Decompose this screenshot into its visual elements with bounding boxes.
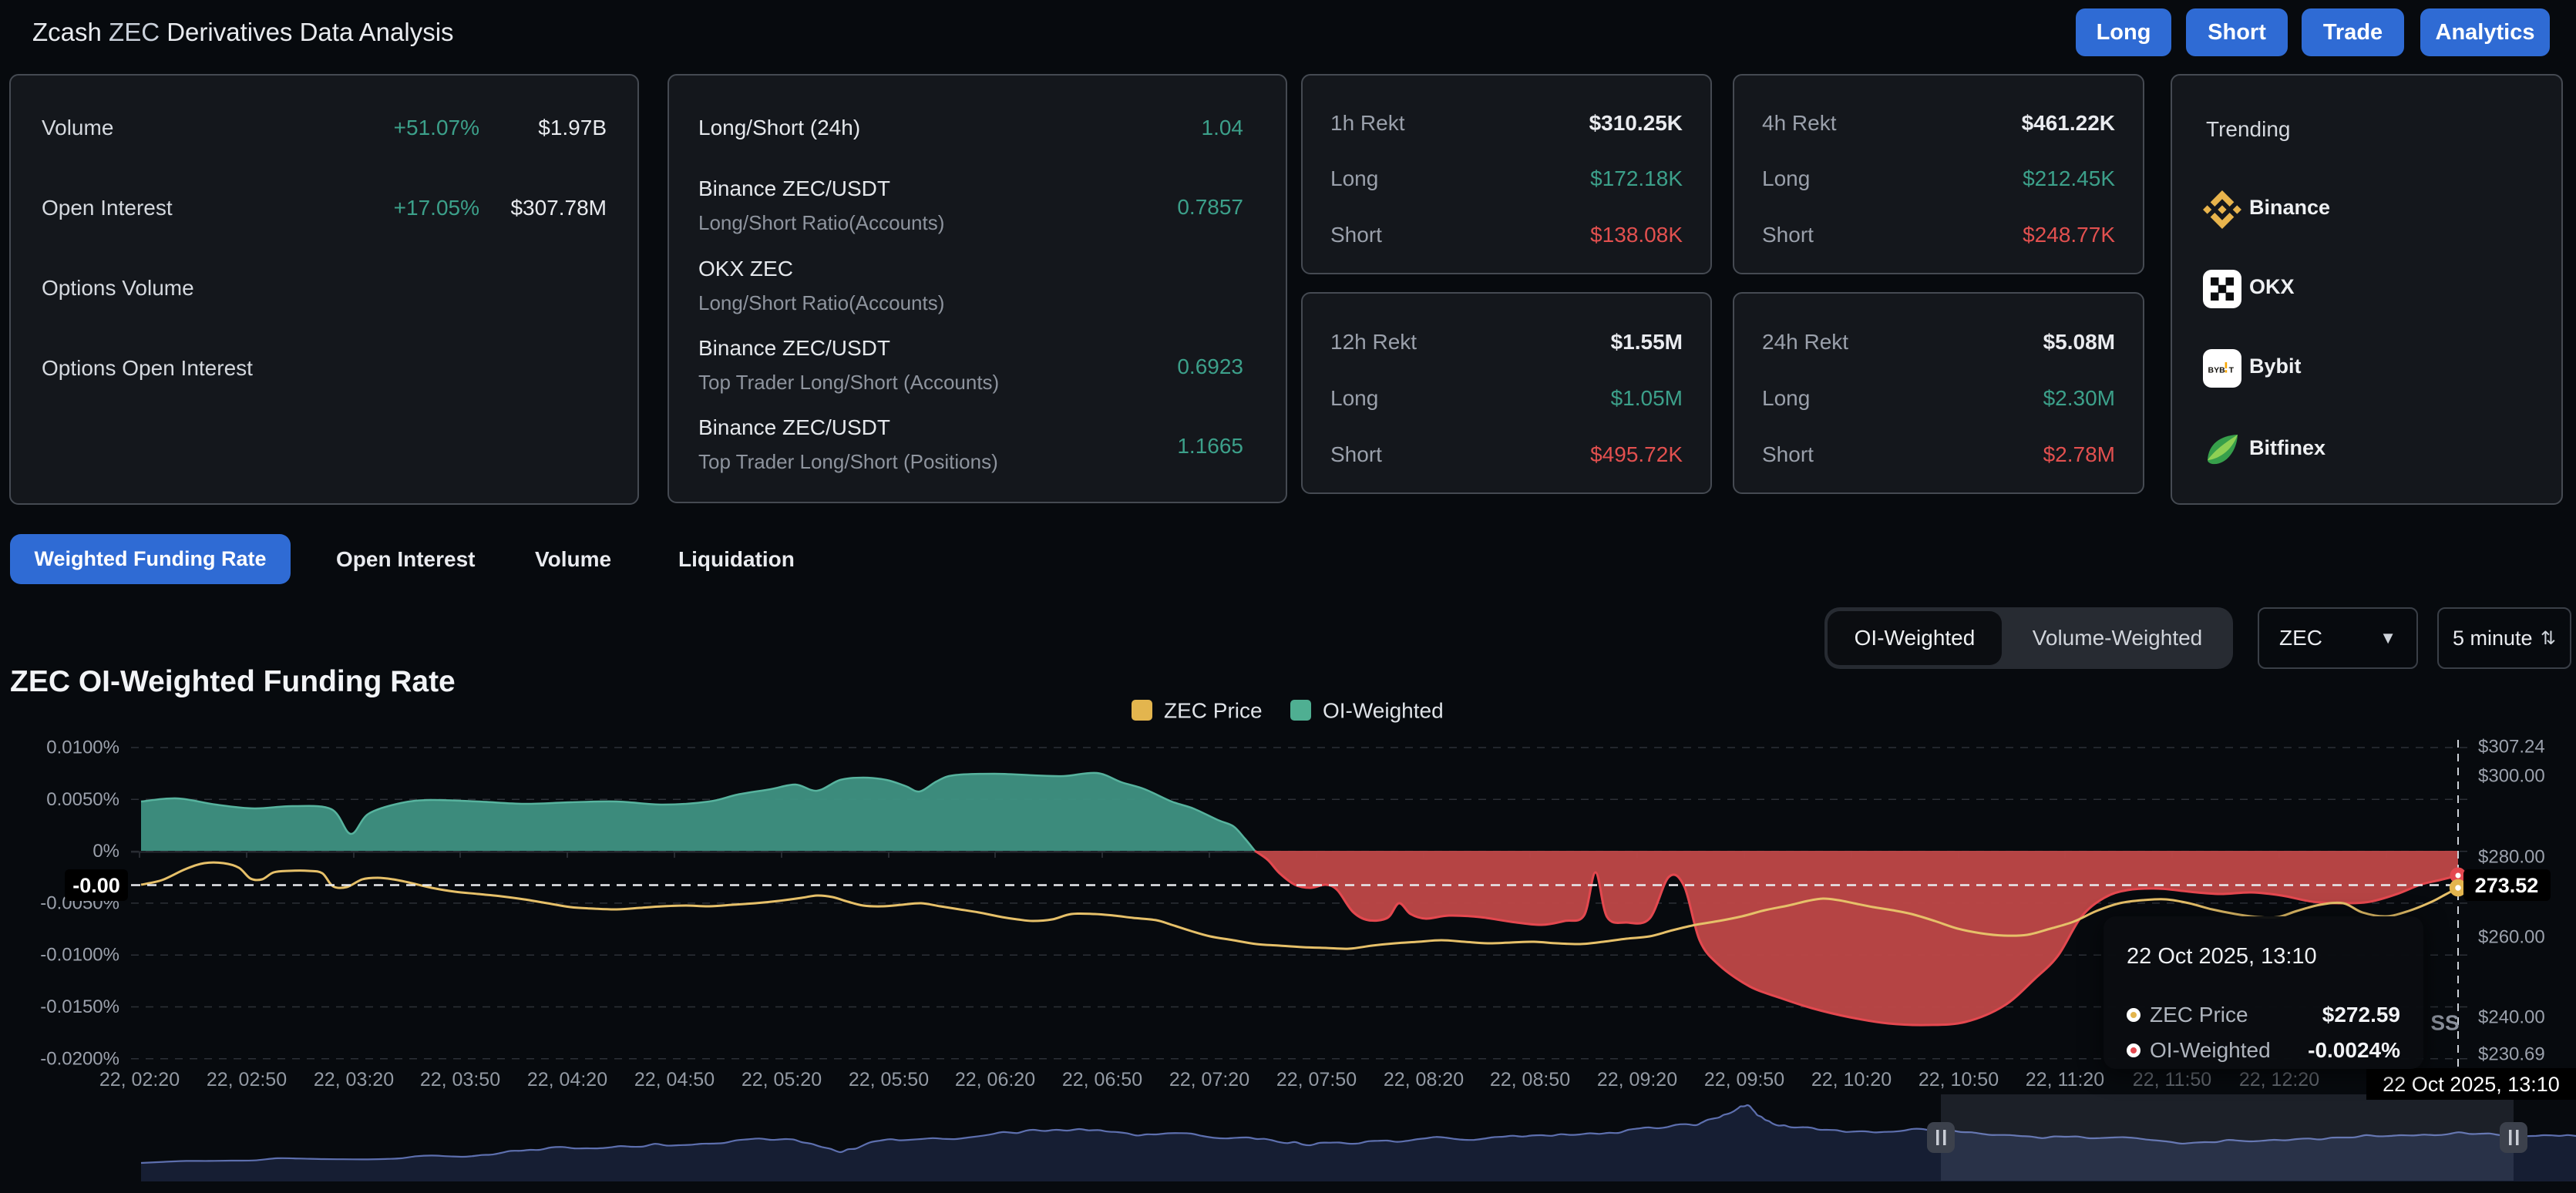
- svg-text:$300.00: $300.00: [2478, 766, 2545, 787]
- svg-text:ZEC Price: ZEC Price: [1164, 699, 1263, 723]
- svg-text:22 Oct 2025, 13:10: 22 Oct 2025, 13:10: [2383, 1073, 2560, 1096]
- svg-text:22, 04:20: 22, 04:20: [527, 1069, 607, 1091]
- svg-text:22, 02:20: 22, 02:20: [99, 1069, 180, 1091]
- svg-text:22, 12:20: 22, 12:20: [2239, 1069, 2319, 1091]
- svg-text:273.52: 273.52: [2475, 874, 2539, 897]
- svg-text:22, 09:50: 22, 09:50: [1704, 1069, 1784, 1091]
- svg-text:22, 03:50: 22, 03:50: [420, 1069, 500, 1091]
- svg-text:22, 06:20: 22, 06:20: [955, 1069, 1035, 1091]
- svg-text:-0.0150%: -0.0150%: [40, 996, 119, 1017]
- svg-text:22, 02:50: 22, 02:50: [207, 1069, 287, 1091]
- svg-text:-0.0200%: -0.0200%: [40, 1048, 119, 1069]
- svg-text:-0.0100%: -0.0100%: [40, 945, 119, 966]
- svg-text:22, 11:50: 22, 11:50: [2133, 1069, 2211, 1091]
- svg-text:0.0100%: 0.0100%: [46, 738, 119, 758]
- svg-text:22, 10:20: 22, 10:20: [1811, 1069, 1892, 1091]
- svg-text:22, 08:20: 22, 08:20: [1384, 1069, 1464, 1091]
- svg-text:22, 05:50: 22, 05:50: [849, 1069, 929, 1091]
- svg-text:$230.69: $230.69: [2478, 1044, 2545, 1065]
- svg-text:22, 10:50: 22, 10:50: [1919, 1069, 1999, 1091]
- svg-text:OI-Weighted: OI-Weighted: [1323, 699, 1444, 723]
- svg-text:0%: 0%: [92, 841, 119, 862]
- svg-text:22, 04:50: 22, 04:50: [634, 1069, 715, 1091]
- svg-text:$240.00: $240.00: [2478, 1007, 2545, 1028]
- svg-text:BYB: BYB: [2208, 366, 2226, 375]
- svg-text:22, 08:50: 22, 08:50: [1490, 1069, 1570, 1091]
- svg-text:0.0050%: 0.0050%: [46, 789, 119, 810]
- svg-text:22, 06:50: 22, 06:50: [1062, 1069, 1142, 1091]
- svg-text:$280.00: $280.00: [2478, 847, 2545, 868]
- svg-text:$307.24: $307.24: [2478, 737, 2545, 758]
- svg-text:22, 11:20: 22, 11:20: [2026, 1069, 2104, 1091]
- svg-text:-0.00: -0.00: [72, 874, 120, 897]
- svg-text:T: T: [2229, 366, 2235, 375]
- svg-text:22, 09:20: 22, 09:20: [1597, 1069, 1677, 1091]
- svg-text:22, 07:20: 22, 07:20: [1169, 1069, 1249, 1091]
- svg-text:22, 05:20: 22, 05:20: [742, 1069, 822, 1091]
- svg-text:22, 03:20: 22, 03:20: [314, 1069, 394, 1091]
- svg-text:$260.00: $260.00: [2478, 927, 2545, 948]
- svg-text:22, 07:50: 22, 07:50: [1276, 1069, 1357, 1091]
- svg-text:SS: SS: [2430, 1011, 2459, 1035]
